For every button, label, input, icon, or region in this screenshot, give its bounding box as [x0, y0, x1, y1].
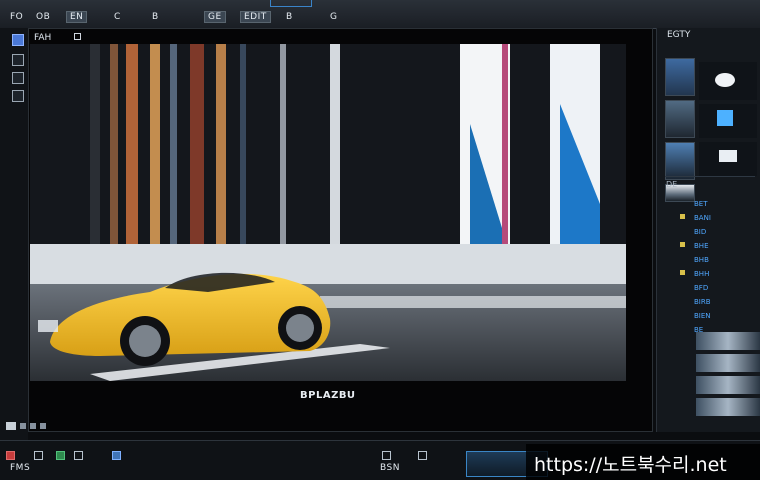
- crop-tool-icon[interactable]: [12, 54, 24, 66]
- menu-item-boxed-2[interactable]: GE: [204, 11, 226, 23]
- list-item[interactable]: BID: [694, 228, 706, 236]
- list-item[interactable]: BET: [694, 200, 708, 208]
- menu-item-6[interactable]: G: [330, 12, 337, 22]
- thumbnail-strip: [696, 332, 760, 350]
- menu-item-boxed-1[interactable]: EN: [66, 11, 88, 23]
- accent-marker: [270, 0, 312, 7]
- preview-caption: BPLAZBU: [300, 390, 356, 401]
- status-icon: [680, 214, 685, 219]
- asset-thumb-3[interactable]: [665, 142, 695, 180]
- text-tool-icon[interactable]: [12, 72, 24, 84]
- list-item[interactable]: BHH: [694, 270, 709, 278]
- media-icon: [717, 110, 733, 126]
- loop-icon[interactable]: [30, 423, 36, 429]
- thumbnail-strip: [696, 376, 760, 394]
- thumbnail-strip: [696, 398, 760, 416]
- watermark-text: https://노트북수리.net: [534, 454, 727, 476]
- audio-icon[interactable]: [56, 451, 65, 460]
- select-tool-icon[interactable]: [12, 34, 24, 46]
- list-item[interactable]: BIRB: [694, 298, 711, 306]
- list-item[interactable]: BANI: [694, 214, 711, 222]
- preview-title: FAH: [34, 33, 52, 43]
- play-icon[interactable]: [6, 422, 16, 430]
- status-icon: [680, 242, 685, 247]
- folder-icon: [719, 150, 737, 162]
- menu-item-5[interactable]: B: [286, 12, 293, 22]
- timeline-tool-icon[interactable]: [34, 451, 43, 460]
- asset-thumb-2[interactable]: [665, 100, 695, 138]
- timeline-label: FMS: [10, 463, 31, 473]
- record-icon[interactable]: [6, 451, 15, 460]
- preview-controls: [6, 422, 46, 430]
- asset-preview-stack: [699, 62, 757, 176]
- video-editor-window: FO OB EN C B GE EDIT B G FAH BPLAZBU EGT…: [0, 0, 760, 480]
- timeline-label: BSN: [380, 463, 400, 473]
- preview-options-icon[interactable]: [74, 33, 81, 40]
- mute-icon[interactable]: [40, 423, 46, 429]
- menu-item-2[interactable]: OB: [36, 12, 50, 22]
- timeline-tool-icon[interactable]: [418, 451, 427, 460]
- timeline-tool-icon[interactable]: [382, 451, 391, 460]
- status-icon: [680, 270, 685, 275]
- thumbnail-strip: [696, 354, 760, 372]
- stop-icon[interactable]: [20, 423, 26, 429]
- menu-item-1[interactable]: FO: [10, 12, 23, 22]
- list-item[interactable]: BHE: [694, 242, 709, 250]
- preview-image: [30, 44, 626, 381]
- left-toolbar: [0, 28, 28, 440]
- menu-bar: FO OB EN C B GE EDIT B G: [0, 0, 760, 29]
- cloud-icon: [715, 73, 735, 87]
- list-item[interactable]: BIEN: [694, 312, 711, 320]
- menu-item-boxed-3[interactable]: EDIT: [240, 11, 271, 23]
- timeline-tool-icon[interactable]: [74, 451, 83, 460]
- menu-item-4[interactable]: B: [152, 12, 159, 22]
- panel-title: EGTY: [667, 30, 691, 40]
- shape-tool-icon[interactable]: [12, 90, 24, 102]
- car-photo: [30, 44, 626, 381]
- list-item[interactable]: BHB: [694, 256, 709, 264]
- panel-subtitle: DE: [666, 180, 678, 189]
- list-item[interactable]: BFD: [694, 284, 708, 292]
- menu-item-3[interactable]: C: [114, 12, 121, 22]
- asset-thumb-1[interactable]: [665, 58, 695, 96]
- video-icon[interactable]: [112, 451, 121, 460]
